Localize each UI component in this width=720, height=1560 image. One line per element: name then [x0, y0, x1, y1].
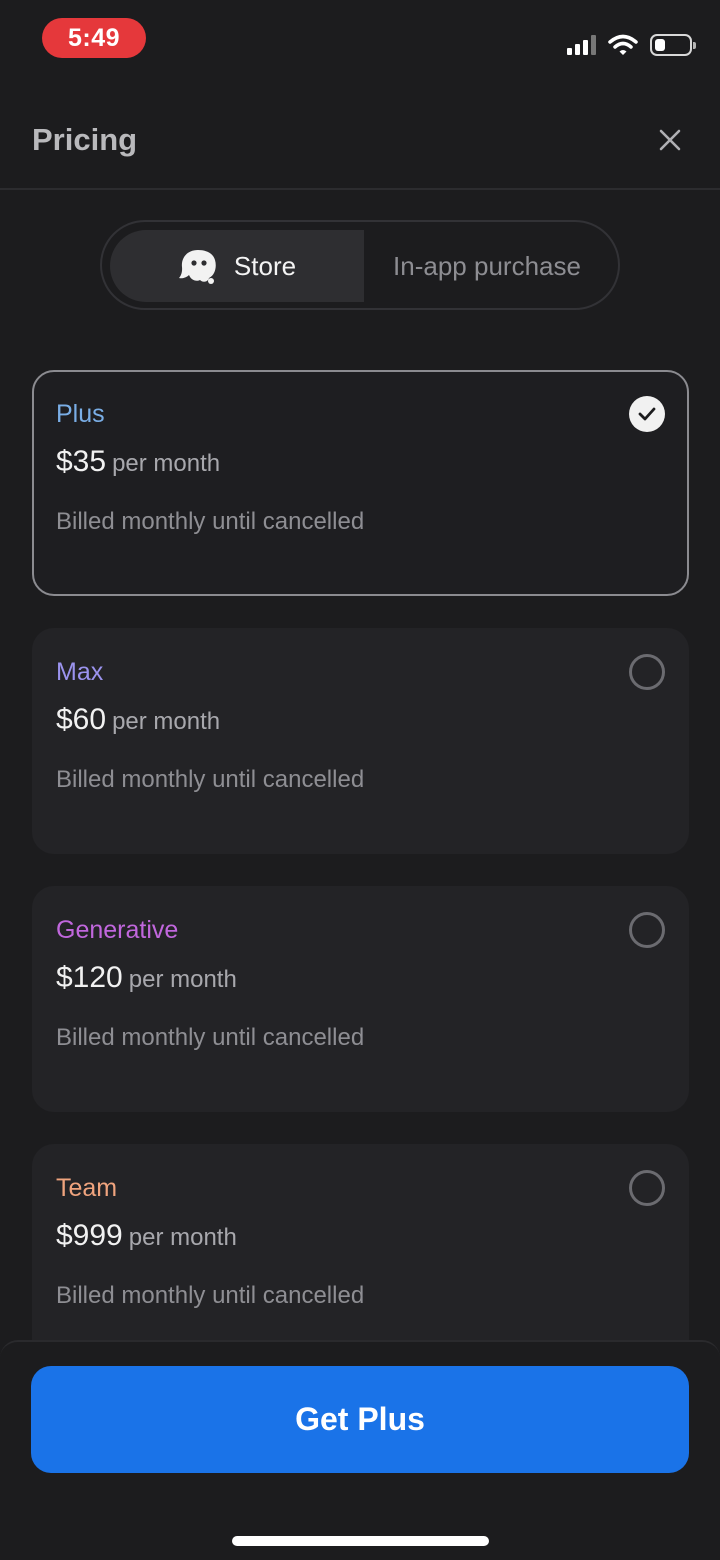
plan-card-team[interactable]: Team $999 per month Billed monthly until …: [32, 1144, 689, 1370]
plan-billing-note: Billed monthly until cancelled: [56, 1282, 365, 1309]
plan-price: $60 per month: [56, 703, 220, 737]
status-icons: [567, 30, 696, 60]
plan-billing-note: Billed monthly until cancelled: [56, 508, 365, 535]
price-amount: $35: [56, 445, 107, 478]
home-indicator[interactable]: [232, 1536, 489, 1546]
cellular-signal-icon: [567, 35, 596, 55]
plan-price: $999 per month: [56, 1219, 237, 1253]
plan-price: $120 per month: [56, 961, 237, 995]
plan-list: Plus $35 per month Billed monthly until c…: [32, 370, 689, 1402]
header: Pricing: [0, 100, 720, 190]
radio-unselected[interactable]: [629, 912, 665, 948]
checkmark-icon: [638, 407, 656, 421]
tab-in-app-purchase-label: In-app purchase: [393, 250, 581, 281]
plan-billing-note: Billed monthly until cancelled: [56, 766, 365, 793]
ghost-mascot-icon: [178, 250, 216, 284]
plan-name: Generative: [56, 916, 179, 944]
radio-selected[interactable]: [629, 396, 665, 432]
status-bar: 5:49: [0, 0, 720, 80]
wifi-icon: [608, 34, 638, 55]
tab-store[interactable]: Store: [110, 230, 364, 302]
plan-name: Team: [56, 1174, 118, 1202]
plan-card-plus[interactable]: Plus $35 per month Billed monthly until c…: [32, 370, 689, 596]
plan-price: $35 per month: [56, 445, 220, 479]
price-amount: $60: [56, 703, 107, 736]
price-unit: per month: [128, 1224, 237, 1251]
plan-card-max[interactable]: Max $60 per month Billed monthly until ca…: [32, 628, 689, 854]
price-amount: $120: [56, 961, 123, 994]
bottom-bar: Get Plus: [0, 1340, 720, 1560]
radio-unselected[interactable]: [629, 654, 665, 690]
battery-icon: [650, 34, 696, 56]
plan-name: Max: [56, 658, 104, 686]
plan-billing-note: Billed monthly until cancelled: [56, 1024, 365, 1051]
radio-unselected[interactable]: [629, 1170, 665, 1206]
close-button[interactable]: [652, 122, 688, 158]
get-plan-button[interactable]: Get Plus: [31, 1366, 689, 1473]
purchase-source-toggle: Store In-app purchase: [100, 220, 620, 310]
tab-store-label: Store: [233, 250, 297, 281]
tab-in-app-purchase[interactable]: In-app purchase: [364, 230, 610, 302]
price-amount: $999: [56, 1219, 123, 1252]
price-unit: per month: [128, 966, 237, 993]
close-icon: [659, 129, 681, 151]
price-unit: per month: [112, 450, 221, 477]
plan-name: Plus: [56, 400, 105, 428]
price-unit: per month: [112, 708, 221, 735]
plan-card-generative[interactable]: Generative $120 per month Billed monthly …: [32, 886, 689, 1112]
page-title: Pricing: [32, 122, 138, 157]
status-time: 5:49: [42, 18, 146, 58]
